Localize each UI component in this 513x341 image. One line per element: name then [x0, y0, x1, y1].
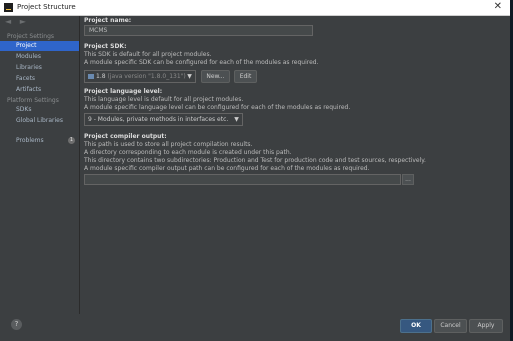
sidebar-item-global-libraries[interactable]: Global Libraries: [0, 116, 79, 126]
back-forward-arrows-icon[interactable]: ◄ ►: [5, 17, 29, 26]
sidebar-item-modules[interactable]: Modules: [0, 52, 79, 62]
sdk-folder-icon: [88, 74, 94, 79]
compiler-output-description-4: A module specific compiler output path c…: [84, 165, 370, 172]
cancel-button[interactable]: Cancel: [434, 319, 467, 333]
sidebar-item-project[interactable]: Project: [0, 41, 79, 51]
close-icon[interactable]: ✕: [494, 1, 502, 13]
compiler-output-description-1: This path is used to store all project c…: [84, 141, 253, 148]
window-title: Project Structure: [17, 3, 76, 11]
sidebar: ◄ ► Project Settings Project Modules Lib…: [0, 16, 80, 314]
project-name-value: MCMS: [89, 27, 108, 34]
project-name-label: Project name:: [84, 17, 132, 24]
project-structure-window: Project Structure ✕ ◄ ► Project Settings…: [0, 0, 510, 341]
project-settings-header: Project Settings: [7, 33, 55, 40]
language-level-label: Project language level:: [84, 88, 163, 95]
compiler-output-path-field[interactable]: [84, 174, 401, 185]
sidebar-item-libraries[interactable]: Libraries: [0, 63, 79, 73]
language-level-description-1: This language level is default for all p…: [84, 96, 244, 103]
sidebar-item-sdks[interactable]: SDKs: [0, 105, 79, 115]
browse-button[interactable]: ...: [402, 174, 414, 185]
project-sdk-label: Project SDK:: [84, 43, 127, 50]
help-icon[interactable]: ?: [11, 319, 22, 330]
sdk-selected-value: 1.8 (java version "1.8.0_131"): [88, 73, 186, 81]
compiler-output-description-2: A directory corresponding to each module…: [84, 149, 292, 156]
sdk-version-detail: (java version "1.8.0_131"): [107, 73, 186, 80]
sdk-dropdown[interactable]: 1.8 (java version "1.8.0_131") ▼: [84, 70, 196, 83]
sdk-description-1: This SDK is default for all project modu…: [84, 51, 212, 58]
project-name-field[interactable]: MCMS: [84, 25, 313, 36]
platform-settings-header: Platform Settings: [7, 97, 59, 104]
sidebar-item-facets[interactable]: Facets: [0, 74, 79, 84]
app-icon: [4, 3, 13, 12]
language-level-value: 9 - Modules, private methods in interfac…: [88, 116, 229, 123]
title-bar: Project Structure ✕: [0, 0, 510, 16]
apply-button[interactable]: Apply: [469, 319, 503, 333]
chevron-down-icon: ▼: [234, 116, 239, 123]
dialog-footer: ? OK Cancel Apply: [0, 314, 510, 341]
language-level-description-2: A module specific language level can be …: [84, 104, 351, 111]
compiler-output-label: Project compiler output:: [84, 133, 167, 140]
project-settings-panel: Project name: MCMS Project SDK: This SDK…: [80, 16, 510, 314]
sdk-description-2: A module specific SDK can be configured …: [84, 59, 319, 66]
chevron-down-icon: ▼: [187, 73, 192, 80]
sdk-version: 1.8: [96, 73, 106, 80]
edit-sdk-button[interactable]: Edit: [234, 70, 257, 83]
problems-badge: 1: [68, 137, 75, 144]
compiler-output-description-3: This directory contains two subdirectori…: [84, 157, 426, 164]
new-sdk-button[interactable]: New...: [201, 70, 230, 83]
sidebar-item-artifacts[interactable]: Artifacts: [0, 85, 79, 95]
ok-button[interactable]: OK: [400, 319, 432, 333]
language-level-dropdown[interactable]: 9 - Modules, private methods in interfac…: [84, 113, 243, 126]
